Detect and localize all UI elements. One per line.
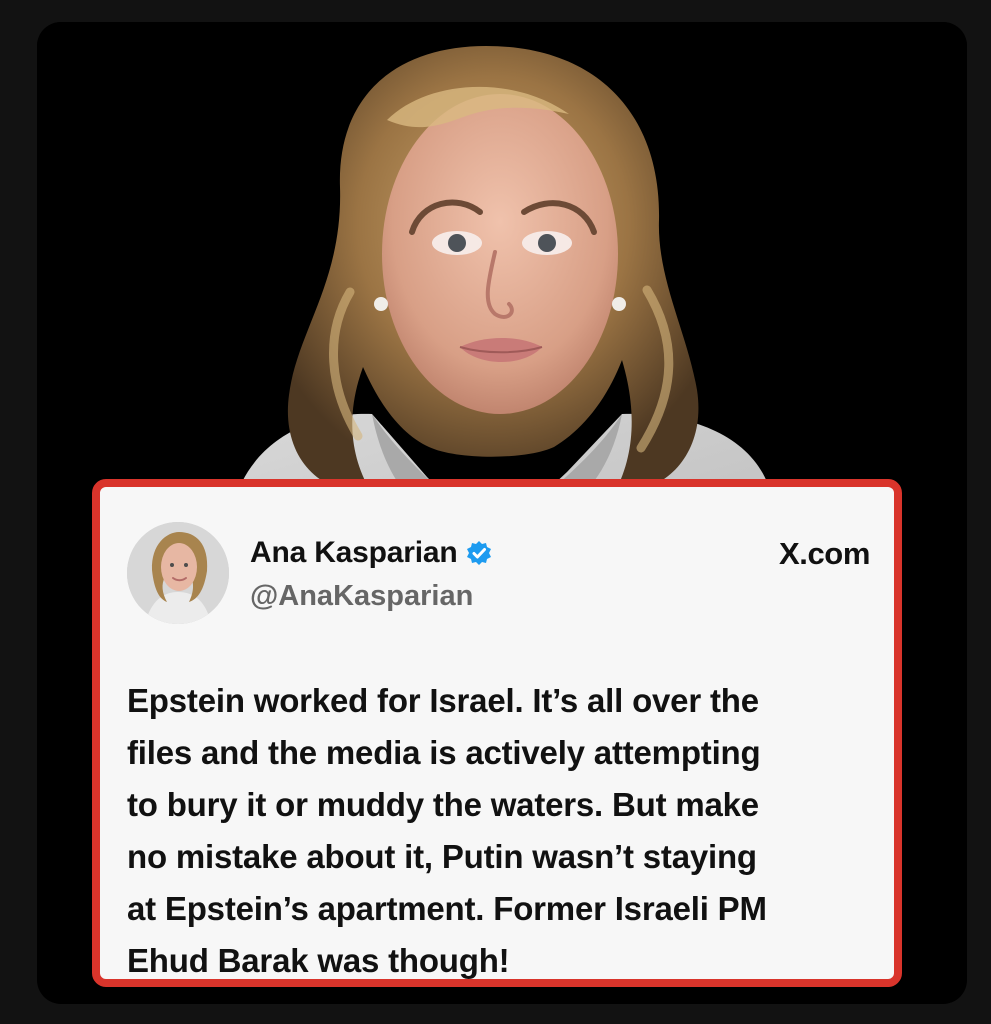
tweet-author: Ana Kasparian @AnaKasparian — [250, 535, 493, 613]
author-name[interactable]: Ana Kasparian — [250, 535, 458, 571]
tweet-card: Ana Kasparian @AnaKasparian X.com Epstei… — [92, 479, 902, 987]
tweet-text: Epstein worked for Israel. It’s all over… — [127, 682, 767, 979]
screenshot-page: Ana Kasparian @AnaKasparian X.com Epstei… — [0, 0, 991, 1024]
profile-picture-icon — [127, 522, 229, 624]
source-label[interactable]: X.com — [779, 536, 870, 572]
author-handle[interactable]: @AnaKasparian — [250, 579, 493, 613]
avatar[interactable] — [127, 522, 229, 624]
verified-badge-icon — [467, 541, 492, 565]
author-name-row: Ana Kasparian — [250, 535, 493, 571]
